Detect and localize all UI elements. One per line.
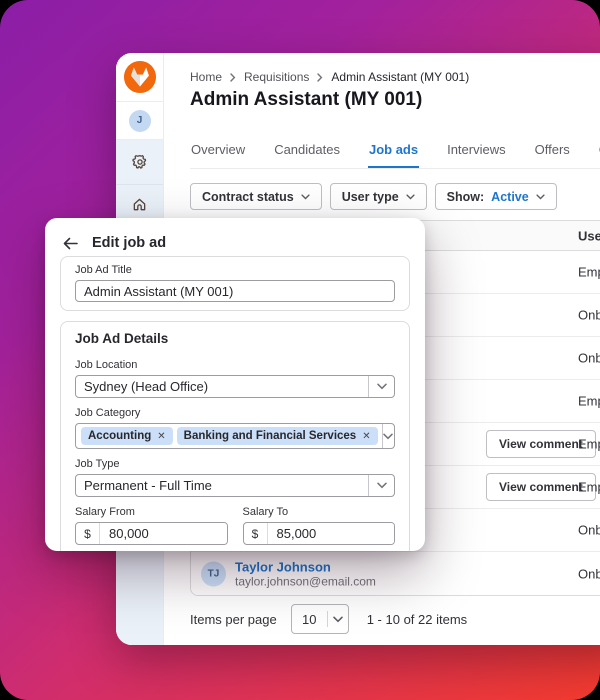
salary-from-field: Salary From $ xyxy=(75,507,228,545)
pagination-range: 1 - 10 of 22 items xyxy=(366,611,468,627)
modal-title: Edit job ad xyxy=(92,235,167,251)
chevron-down-icon xyxy=(406,193,415,200)
user-type-value: Employee xyxy=(578,264,600,280)
sidebar-user-avatar[interactable]: J xyxy=(116,102,163,140)
job-ad-details-card: Job Ad Details Job Location Sydney (Head… xyxy=(60,321,410,551)
chevron-down-icon xyxy=(376,482,387,489)
chevron-down-icon xyxy=(332,616,343,622)
gradient-background: J Home Requisitions Admin Assistant (MY 00… xyxy=(0,0,600,700)
category-tag: Banking and Financial Services ✕ xyxy=(176,427,378,445)
category-pills: Accounting ✕ Banking and Financial Service… xyxy=(81,427,378,445)
gear-icon xyxy=(131,154,146,169)
user-type-filter[interactable]: User type xyxy=(329,183,427,210)
user-type-value: Employee xyxy=(578,393,600,409)
modal-header: Edit job ad xyxy=(45,218,425,256)
sidebar-item-settings[interactable] xyxy=(116,140,163,185)
items-per-page-select[interactable]: 10 xyxy=(290,604,349,634)
job-location-field: Job Location Sydney (Head Office) xyxy=(75,360,395,398)
home-icon xyxy=(133,198,146,210)
user-cell: TJ Taylor Johnson taylor.johnson@email.com xyxy=(201,559,376,588)
show-filter[interactable]: Show: Active xyxy=(434,183,557,210)
salary-from-input[interactable] xyxy=(100,523,227,544)
salary-to-input[interactable] xyxy=(267,523,394,544)
job-category-label: Job Category xyxy=(75,407,141,419)
job-type-label: Job Type xyxy=(75,458,120,470)
remove-tag-icon[interactable]: ✕ xyxy=(362,431,370,442)
breadcrumb-item[interactable]: Requisitions xyxy=(244,70,309,84)
back-button[interactable] xyxy=(63,237,78,250)
pagination-bar: Items per page 10 1 - 10 of 22 items xyxy=(190,604,467,634)
page-title: Admin Assistant (MY 001) xyxy=(190,89,423,110)
chevron-down-icon xyxy=(301,193,310,200)
salary-row: Salary From $ Salary To $ xyxy=(75,507,395,545)
job-location-select[interactable]: Sydney (Head Office) xyxy=(75,375,395,398)
breadcrumb-item[interactable]: Home xyxy=(190,70,222,84)
items-per-page-label: Items per page xyxy=(190,611,277,627)
column-header-user-type: User type xyxy=(578,228,600,243)
table-row[interactable]: TJ Taylor Johnson taylor.johnson@email.com… xyxy=(191,552,600,595)
tab-offers[interactable]: Offers xyxy=(534,135,571,168)
chevron-down-icon xyxy=(383,433,394,439)
tab-candidates[interactable]: Candidates xyxy=(273,135,341,168)
job-category-select[interactable]: Accounting ✕ Banking and Financial Service… xyxy=(75,423,395,449)
user-type-value: Employee xyxy=(578,436,600,452)
contract-status-filter[interactable]: Contract status xyxy=(190,183,322,210)
breadcrumb-item[interactable]: Admin Assistant (MY 001) xyxy=(331,70,469,84)
tab-interviews[interactable]: Interviews xyxy=(446,135,507,168)
fox-logo-icon xyxy=(123,60,156,94)
job-type-field: Job Type Permanent - Full Time xyxy=(75,459,395,497)
job-type-value: Permanent - Full Time xyxy=(84,478,212,493)
job-type-select[interactable]: Permanent - Full Time xyxy=(75,474,395,497)
edit-job-ad-modal: Edit job ad Job Ad Title Job Ad Details … xyxy=(45,218,425,551)
remove-tag-icon[interactable]: ✕ xyxy=(157,431,165,442)
chevron-down-icon xyxy=(376,383,387,390)
chevron-right-icon xyxy=(230,72,236,82)
salary-to-field: Salary To $ xyxy=(242,506,395,545)
user-info: Taylor Johnson taylor.johnson@email.com xyxy=(235,559,376,588)
tab-overview[interactable]: Overview xyxy=(190,135,246,168)
salary-from-label: Salary From xyxy=(75,506,135,518)
job-ad-details-heading: Job Ad Details xyxy=(75,331,169,346)
chevron-down-icon xyxy=(536,193,545,200)
contract-status-label: Contract status xyxy=(202,189,294,204)
avatar: J xyxy=(128,109,151,132)
job-location-label: Job Location xyxy=(75,359,138,371)
breadcrumb: Home Requisitions Admin Assistant (MY 001) xyxy=(190,70,469,84)
arrow-left-icon xyxy=(63,237,78,249)
salary-to-label: Salary To xyxy=(242,506,289,518)
user-type-value: Onboarding xyxy=(578,566,600,581)
currency-symbol: $ xyxy=(76,523,100,544)
user-type-value: Onboarding xyxy=(578,350,600,366)
category-tag: Accounting ✕ xyxy=(81,427,173,445)
category-tag-label: Accounting xyxy=(88,430,152,442)
user-type-label: User type xyxy=(341,189,399,204)
user-type-value: Employee xyxy=(578,479,600,495)
avatar: TJ xyxy=(201,561,226,586)
show-value: Active xyxy=(491,189,529,204)
job-category-field: Job Category Accounting ✕ Banking and Fina… xyxy=(75,408,395,449)
tab-bar: Overview Candidates Job ads Interviews Offer… xyxy=(190,135,600,169)
user-type-value: Onboarding xyxy=(578,307,600,323)
currency-symbol: $ xyxy=(244,523,268,544)
tab-job-ads[interactable]: Job ads xyxy=(367,135,420,168)
app-logo[interactable] xyxy=(116,53,163,102)
job-location-value: Sydney (Head Office) xyxy=(84,379,209,394)
user-type-value: Onboarding xyxy=(578,522,600,538)
show-label: Show: xyxy=(446,189,485,204)
user-email: taylor.johnson@email.com xyxy=(235,574,376,588)
items-per-page-value: 10 xyxy=(301,611,317,627)
user-name-link[interactable]: Taylor Johnson xyxy=(235,559,376,574)
filter-bar: Contract status User type Show: Active xyxy=(190,183,557,210)
category-tag-label: Banking and Financial Services xyxy=(183,430,357,442)
job-ad-title-label: Job Ad Title xyxy=(75,264,132,276)
chevron-right-icon xyxy=(317,72,323,82)
job-ad-title-card: Job Ad Title xyxy=(60,256,410,311)
job-ad-title-input[interactable] xyxy=(75,280,395,302)
